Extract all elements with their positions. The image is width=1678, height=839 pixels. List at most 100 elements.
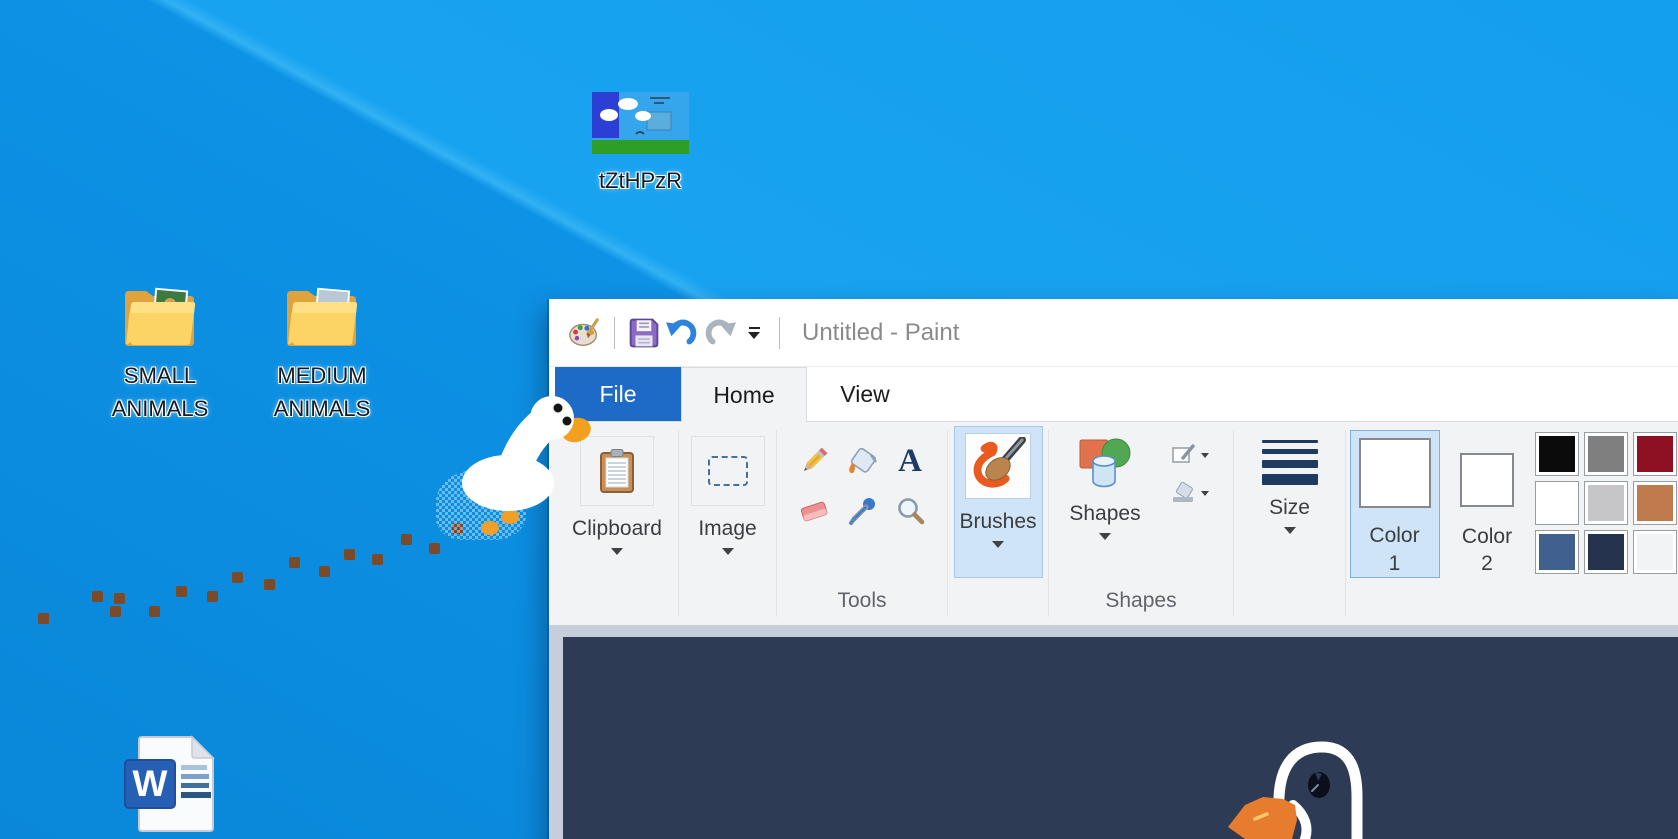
- palette-swatch[interactable]: [1535, 481, 1579, 525]
- outline-icon: [1172, 444, 1195, 463]
- color-palette: [1535, 432, 1677, 574]
- tools-group-label: Tools: [837, 589, 887, 612]
- desktop-goose[interactable]: [452, 378, 597, 538]
- palette-swatch[interactable]: [1633, 481, 1677, 525]
- goose-footprint: [114, 593, 125, 604]
- select-icon: [707, 456, 748, 486]
- desktop-icon-folder-medium-animals[interactable]: MEDIUM ANIMALS: [248, 283, 396, 425]
- image-group[interactable]: Image: [679, 422, 776, 625]
- color1-button[interactable]: Color 1: [1349, 430, 1440, 578]
- color1-group: Color 1: [1346, 422, 1443, 625]
- goose-footprint: [92, 591, 103, 602]
- goose-footprint: [264, 579, 275, 590]
- title-bar[interactable]: Untitled - Paint: [549, 299, 1678, 367]
- goose-eye: [562, 416, 572, 426]
- eraser-tool-button[interactable]: [794, 494, 834, 528]
- window-title: Untitled - Paint: [802, 318, 960, 346]
- magnifier-tool-button[interactable]: [890, 494, 930, 528]
- goose-footprint: [207, 591, 218, 602]
- palette-swatch[interactable]: [1633, 530, 1677, 574]
- color1-swatch: [1358, 438, 1431, 509]
- tab-view[interactable]: View: [819, 367, 911, 421]
- save-icon[interactable]: [627, 316, 661, 350]
- palette-group: [1531, 422, 1678, 625]
- brushes-group: Brushes: [948, 422, 1048, 625]
- image-thumbnail: [592, 92, 689, 154]
- shapes-icon: [1079, 438, 1131, 488]
- size-group[interactable]: Size: [1234, 422, 1345, 625]
- eraser-icon: [800, 501, 828, 522]
- goose-eye: [553, 403, 563, 413]
- ribbon-tab-row: File Home View: [549, 367, 1678, 422]
- chevron-down-icon: [1201, 452, 1209, 458]
- chevron-down-icon: [1201, 490, 1209, 496]
- brush-icon: [973, 437, 1027, 488]
- canvas-workspace: [549, 625, 1678, 839]
- customize-quick-access-icon[interactable]: [743, 326, 765, 339]
- separator: [779, 316, 780, 349]
- size-label: Size: [1269, 496, 1310, 519]
- word-document-icon: W: [124, 735, 215, 832]
- palette-swatch[interactable]: [1584, 530, 1628, 574]
- shape-outline-button[interactable]: [1161, 440, 1219, 470]
- folder-icon: [287, 287, 358, 346]
- tab-home[interactable]: Home: [681, 367, 807, 422]
- chevron-down-icon: [611, 548, 623, 556]
- image-label: Image: [698, 517, 757, 540]
- chevron-down-icon: [721, 548, 734, 556]
- color1-number: 1: [1388, 551, 1401, 575]
- goose-footprint: [429, 543, 440, 554]
- goose-footprint: [110, 606, 121, 617]
- paint-canvas[interactable]: [563, 637, 1678, 839]
- canvas-goose-drawing: [1228, 741, 1363, 839]
- size-icon: [1261, 440, 1318, 485]
- icon-label: MEDIUM ANIMALS: [273, 363, 371, 421]
- chevron-down-icon: [992, 541, 1004, 549]
- paint-app-icon: [569, 317, 599, 346]
- desktop-icon-word-document[interactable]: W: [116, 733, 236, 833]
- fill-option-icon: [1173, 482, 1193, 502]
- folder-icon: [125, 287, 196, 346]
- palette-swatch[interactable]: [1584, 432, 1628, 476]
- desktop-icon-folder-small-animals[interactable]: SMALL ANIMALS: [86, 283, 234, 425]
- goose-foot: [501, 510, 519, 524]
- palette-swatch[interactable]: [1535, 530, 1579, 574]
- goose-footprint: [289, 557, 300, 568]
- goose-footprint: [401, 534, 412, 545]
- shapes-button[interactable]: Shapes: [1049, 422, 1161, 541]
- color2-label: Color: [1461, 525, 1513, 548]
- tools-group: A Tools: [777, 422, 947, 625]
- ribbon: Clipboard Image A Tools Brushes Shapes S…: [549, 421, 1678, 626]
- color1-label: Color: [1369, 524, 1420, 548]
- goose-footprint: [176, 586, 187, 597]
- goose-footprint: [38, 613, 49, 624]
- chevron-down-icon: [1099, 533, 1111, 541]
- color-picker-tool-button[interactable]: [842, 494, 882, 528]
- eyedropper-icon: [849, 498, 875, 525]
- color2-number: 2: [1481, 552, 1493, 576]
- undo-icon[interactable]: [665, 316, 699, 350]
- pencil-icon: [804, 447, 828, 471]
- palette-swatch[interactable]: [1633, 432, 1677, 476]
- icon-label: SMALL ANIMALS: [111, 363, 209, 421]
- pencil-tool-button[interactable]: [794, 444, 834, 478]
- goose-footprint: [232, 572, 243, 583]
- palette-swatch[interactable]: [1535, 432, 1579, 476]
- separator: [614, 316, 615, 349]
- brushes-button[interactable]: Brushes: [953, 426, 1043, 578]
- goose-footprint: [149, 606, 160, 617]
- shapes-group: Shapes Shapes: [1049, 422, 1233, 625]
- fill-bucket-icon: [849, 447, 877, 474]
- shape-fill-button[interactable]: [1161, 478, 1219, 508]
- desktop-icon-image-file[interactable]: tZtHPzR: [568, 92, 713, 197]
- text-tool-button[interactable]: A: [890, 444, 930, 478]
- fill-tool-button[interactable]: [842, 444, 882, 478]
- icon-label: tZtHPzR: [598, 168, 683, 193]
- brushes-label: Brushes: [959, 510, 1037, 533]
- color2-button[interactable]: Color 2: [1442, 430, 1532, 578]
- text-tool-icon: A: [898, 442, 922, 479]
- clipboard-icon: [600, 449, 634, 493]
- redo-icon[interactable]: [703, 316, 737, 350]
- color2-group: Color 2: [1443, 422, 1531, 625]
- palette-swatch[interactable]: [1584, 481, 1628, 525]
